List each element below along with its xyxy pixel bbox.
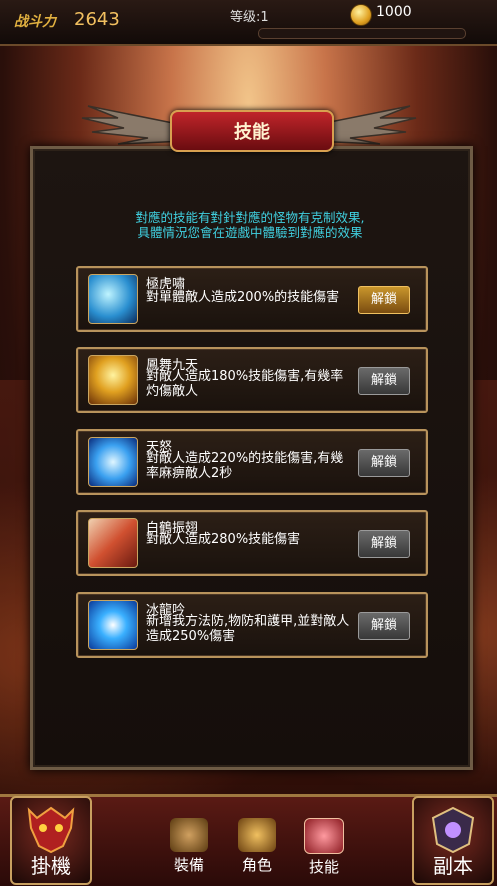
skill-row-ice-dragon: 冰龍吟 新增我方法防,物防和護甲,並對敵人造成250%傷害 解鎖	[76, 592, 428, 658]
phoenix-dance-icon	[88, 355, 138, 405]
nav-skill-label: 技能	[308, 858, 339, 876]
panel-title: 技能	[234, 122, 270, 143]
skill-description: 對敵人造成280%技能傷害	[146, 532, 301, 547]
crane-wing-icon	[88, 518, 138, 568]
ice-dragon-icon	[88, 600, 138, 650]
level-text: 等级:1	[230, 10, 269, 25]
top-bar: 战斗力 2643 等级:1 1000	[0, 0, 497, 46]
skill-row-crane-wing: 白鶴振翅 對敵人造成280%技能傷害 解鎖	[76, 510, 428, 576]
dungeon-button[interactable]: 副本	[412, 796, 494, 885]
combat-power-label: 战斗力	[14, 14, 56, 30]
experience-bar	[258, 28, 466, 39]
idle-button[interactable]: 掛機	[10, 796, 92, 885]
nav-equip[interactable]: 裝備	[170, 818, 208, 875]
unlock-button[interactable]: 解鎖	[358, 449, 410, 477]
nav-equip-label: 裝備	[173, 856, 204, 874]
intro-line-2: 具體情況您會在遊戲中體驗到對應的效果	[137, 225, 363, 240]
nav-role[interactable]: 角色	[238, 818, 276, 875]
armor-icon	[170, 818, 208, 852]
skill-row-tiger-roar: 極虎嘯 對單體敵人造成200%的技能傷害 解鎖	[76, 266, 428, 332]
unlock-button[interactable]: 解鎖	[358, 286, 410, 314]
dungeon-label: 副本	[433, 854, 473, 878]
intro-line-1: 對應的技能有對針對應的怪物有克制效果,	[135, 210, 365, 225]
skill-row-heaven-wrath: 天怒 對敵人造成220%的技能傷害,有幾率麻痹敵人2秒 解鎖	[76, 429, 428, 495]
skill-row-phoenix-dance: 鳳舞九天 對敵人造成180%技能傷害,有幾率灼傷敵人 解鎖	[76, 347, 428, 413]
skill-description: 對敵人造成180%技能傷害,有幾率灼傷敵人	[146, 369, 344, 399]
idle-label: 掛機	[31, 854, 71, 878]
skill-description: 對單體敵人造成200%的技能傷害	[146, 290, 340, 305]
panel-title-plate: 技能	[170, 110, 334, 152]
nav-role-label: 角色	[241, 856, 272, 874]
unlock-button[interactable]: 解鎖	[358, 612, 410, 640]
nav-skill[interactable]: 技能	[304, 818, 344, 877]
gold-coin-icon	[350, 4, 372, 26]
character-icon	[238, 818, 276, 852]
panel-intro: 對應的技能有對針對應的怪物有克制效果, 具體情況您會在遊戲中體驗到對應的效果	[100, 210, 400, 240]
demon-mask-icon	[27, 806, 75, 854]
skill-description: 新增我方法防,物防和護甲,並對敵人造成250%傷害	[146, 614, 350, 644]
combat-power-value: 2643	[74, 9, 120, 30]
gold-value: 1000	[376, 4, 412, 20]
unlock-button[interactable]: 解鎖	[358, 367, 410, 395]
dungeon-emblem-icon	[431, 806, 475, 854]
skill-description: 對敵人造成220%的技能傷害,有幾率麻痹敵人2秒	[146, 451, 344, 481]
unlock-button[interactable]: 解鎖	[358, 530, 410, 558]
tiger-roar-icon	[88, 274, 138, 324]
heaven-wrath-icon	[88, 437, 138, 487]
skill-scroll-icon	[304, 818, 344, 854]
